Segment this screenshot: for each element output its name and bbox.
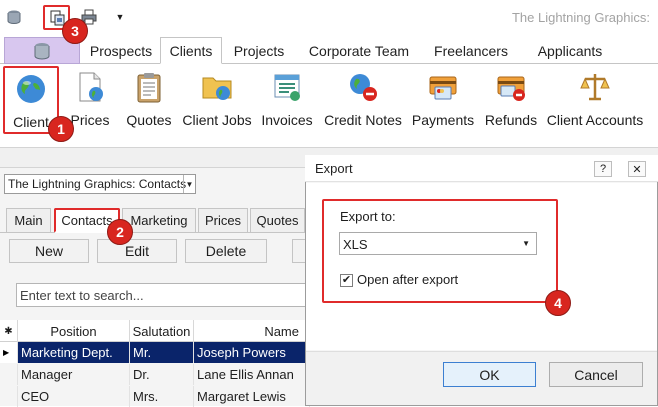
- open-after-export-label[interactable]: Open after export: [357, 272, 458, 287]
- subtab-marketing[interactable]: Marketing: [122, 208, 196, 233]
- cell-position: Marketing Dept.: [18, 342, 130, 363]
- ribbon-invoices-button[interactable]: Invoices: [260, 66, 314, 134]
- tab-applicants[interactable]: Applicants: [522, 37, 618, 64]
- column-position[interactable]: Position: [18, 320, 130, 342]
- tab-freelancers[interactable]: Freelancers: [421, 37, 521, 64]
- table-row[interactable]: ▶ Marketing Dept. Mr. Joseph Powers: [0, 342, 310, 363]
- subtab-quotes[interactable]: Quotes: [250, 208, 305, 233]
- cell-name: Joseph Powers: [194, 342, 310, 363]
- cell-name: Margaret Lewis: [194, 386, 310, 407]
- ribbon-client-accounts-label: Client Accounts: [546, 112, 644, 128]
- database-icon: [34, 42, 50, 60]
- export-format-select[interactable]: XLS ▼: [339, 232, 537, 255]
- table-row[interactable]: CEO Mrs. Margaret Lewis: [0, 386, 310, 407]
- ribbon-client-accounts-button[interactable]: Client Accounts: [547, 66, 643, 134]
- clipboard-icon: [132, 70, 166, 104]
- ribbon-payments-button[interactable]: Payments: [411, 66, 475, 134]
- credit-note-icon: [346, 70, 380, 104]
- scales-icon: [578, 70, 612, 104]
- customize-dropdown-icon[interactable]: ▼: [110, 7, 130, 27]
- db-icon[interactable]: [4, 7, 24, 27]
- column-name[interactable]: Name: [194, 320, 310, 342]
- close-icon[interactable]: ✕: [628, 161, 646, 177]
- callout-badge: 4: [545, 290, 571, 316]
- ribbon-quotes-button[interactable]: Quotes: [123, 66, 175, 134]
- checkmark-icon: ✔: [341, 274, 352, 286]
- export-to-label: Export to:: [340, 209, 396, 224]
- cell-position: Manager: [18, 364, 130, 385]
- globe-icon: [14, 72, 48, 106]
- subtab-prices[interactable]: Prices: [198, 208, 248, 233]
- ribbon-client-label: Client: [13, 114, 49, 130]
- new-button[interactable]: New: [9, 239, 89, 263]
- delete-button[interactable]: Delete: [185, 239, 267, 263]
- invoice-icon: [270, 70, 304, 104]
- tab-prospects[interactable]: Prospects: [82, 37, 160, 64]
- grid-new-row-marker: ✱: [0, 320, 18, 342]
- refund-card-icon: [494, 70, 528, 104]
- callout-badge: 3: [62, 18, 88, 44]
- callout-badge: 2: [107, 219, 133, 245]
- search-input[interactable]: Enter text to search...: [16, 283, 310, 307]
- ribbon-credit-notes-button[interactable]: Credit Notes: [323, 66, 403, 134]
- record-selector[interactable]: The Lightning Graphics: Contacts ▼: [4, 174, 196, 194]
- row-indicator-icon: ▶: [0, 342, 18, 363]
- cell-salutation: Mr.: [130, 342, 194, 363]
- print-preview-icon: [50, 10, 64, 25]
- help-button[interactable]: ?: [594, 161, 612, 177]
- table-row[interactable]: Manager Dr. Lane Ellis Annan: [0, 364, 310, 385]
- cell-position: CEO: [18, 386, 130, 407]
- cancel-button[interactable]: Cancel: [549, 362, 643, 387]
- ribbon-payments-label: Payments: [411, 112, 475, 128]
- ribbon-prices-label: Prices: [70, 112, 110, 128]
- ribbon-quotes-label: Quotes: [126, 112, 172, 128]
- ribbon-client-jobs-button[interactable]: Client Jobs: [182, 66, 252, 134]
- callout-badge: 1: [48, 116, 74, 142]
- document-globe-icon: [73, 70, 107, 104]
- credit-card-icon: [426, 70, 460, 104]
- ok-button[interactable]: OK: [443, 362, 536, 387]
- ribbon-client-jobs-label: Client Jobs: [182, 112, 252, 128]
- dialog-title: Export: [315, 161, 353, 176]
- ribbon-refunds-label: Refunds: [484, 112, 538, 128]
- tab-clients[interactable]: Clients: [160, 37, 222, 64]
- chevron-down-icon: ▼: [522, 239, 530, 248]
- chevron-down-icon[interactable]: ▼: [183, 175, 195, 193]
- column-salutation[interactable]: Salutation: [130, 320, 194, 342]
- cell-name: Lane Ellis Annan: [194, 364, 310, 385]
- open-after-export-checkbox[interactable]: ✔: [340, 274, 353, 287]
- edit-button[interactable]: Edit: [97, 239, 177, 263]
- record-selector-value: The Lightning Graphics: Contacts: [8, 177, 187, 191]
- tab-projects[interactable]: Projects: [222, 37, 296, 64]
- export-format-value: XLS: [343, 237, 368, 252]
- folder-globe-icon: [200, 70, 234, 104]
- cell-salutation: Dr.: [130, 364, 194, 385]
- tab-corporate-team[interactable]: Corporate Team: [298, 37, 420, 64]
- ribbon-credit-notes-label: Credit Notes: [324, 112, 402, 128]
- ribbon-invoices-label: Invoices: [261, 112, 313, 128]
- app-title: The Lightning Graphics:: [511, 10, 650, 25]
- cell-salutation: Mrs.: [130, 386, 194, 407]
- subtab-main[interactable]: Main: [6, 208, 51, 233]
- ribbon-refunds-button[interactable]: Refunds: [484, 66, 538, 134]
